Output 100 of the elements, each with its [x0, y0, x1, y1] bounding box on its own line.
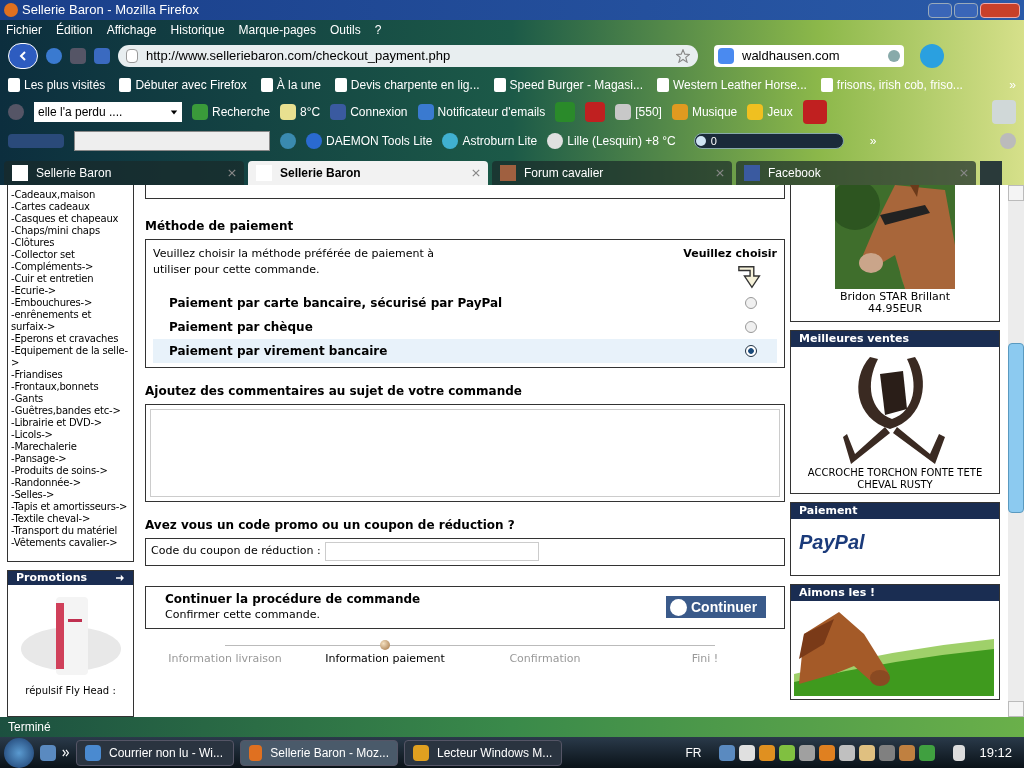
chevron-icon[interactable]: [62, 748, 70, 757]
toolbar-button[interactable]: Notificateur d'emails: [417, 103, 546, 121]
bookmark-link[interactable]: À la une: [260, 76, 321, 94]
radio-button[interactable]: [745, 296, 757, 309]
taskbar-button[interactable]: Courrier non lu - Wi...: [76, 739, 234, 766]
address-field[interactable]: http://www.selleriebaron.com/checkout_payment.php: [118, 45, 698, 67]
category-link[interactable]: -Equipement de la selle->: [11, 345, 130, 369]
category-link[interactable]: -Cuir et entretien: [11, 273, 130, 285]
category-link[interactable]: -Pansage->: [11, 453, 130, 465]
payment-option[interactable]: Paiement par carte bancaire, sécurisé par PayPal: [153, 290, 777, 315]
product-name[interactable]: Bridon STAR Brillant: [839, 291, 951, 303]
dropdown-arrow-icon[interactable]: [170, 108, 178, 116]
radio-button[interactable]: [745, 344, 757, 357]
minimize-button[interactable]: [928, 2, 952, 18]
coupon-label: Code du coupon de réduction :: [151, 543, 321, 560]
menu-item[interactable]: Édition: [56, 21, 93, 39]
bookmark-link[interactable]: Les plus visités: [8, 76, 106, 94]
category-link[interactable]: -enrênements et surfaix->: [11, 309, 130, 333]
scroll-down-button[interactable]: [1008, 701, 1024, 717]
menu-item[interactable]: Outils: [329, 21, 361, 39]
search-field[interactable]: waldhausen.com: [714, 45, 904, 67]
category-link[interactable]: -Embouchures->: [11, 297, 130, 309]
category-link[interactable]: -Ecurie->: [11, 285, 130, 297]
category-link[interactable]: -Compléments->: [11, 261, 130, 273]
close-icon[interactable]: [716, 169, 724, 177]
scroll-up-button[interactable]: [1008, 185, 1024, 201]
category-link[interactable]: -Friandises: [11, 369, 130, 381]
menu-item[interactable]: Affichage: [106, 21, 157, 39]
category-link[interactable]: -Produits de soins->: [11, 465, 130, 477]
product-name[interactable]: répulsif Fly Head :: [8, 683, 133, 698]
bookmark-link[interactable]: Débuter avec Firefox: [119, 76, 247, 94]
category-link[interactable]: -Tapis et amortisseurs->: [11, 501, 130, 513]
scrollbar[interactable]: [1008, 185, 1024, 717]
continue-button[interactable]: Continuer: [666, 596, 766, 618]
close-button[interactable]: [980, 2, 1020, 18]
browser-tab[interactable]: Forum cavalier: [492, 161, 732, 185]
category-link[interactable]: -Cartes cadeaux: [11, 201, 130, 213]
menu-item[interactable]: Historique: [170, 21, 225, 39]
player-slider[interactable]: 0: [693, 133, 844, 149]
toolbar-button[interactable]: [550]: [615, 103, 662, 121]
toolbar-button[interactable]: Lille (Lesquin) +8 °C: [547, 132, 676, 150]
taskbar-button[interactable]: Lecteur Windows M...: [404, 739, 562, 766]
arrow-icon[interactable]: [115, 574, 125, 582]
menu-item[interactable]: Fichier: [6, 21, 42, 39]
payment-option[interactable]: Paiement par chèque: [153, 314, 777, 339]
browser-tab[interactable]: Facebook: [736, 161, 976, 185]
coupon-field[interactable]: [324, 542, 539, 561]
browser-tab[interactable]: Sellerie Baron: [4, 161, 244, 185]
category-link[interactable]: -Transport du matériel: [11, 525, 130, 537]
player-thumb[interactable]: [695, 136, 706, 146]
status-text: Terminé: [8, 719, 51, 736]
category-link[interactable]: -Textile cheval->: [11, 513, 130, 525]
bookmark-link[interactable]: Devis charpente en lig...: [334, 76, 480, 94]
back-button[interactable]: [8, 43, 38, 69]
category-link[interactable]: -Guêtres,bandes etc->: [11, 405, 130, 417]
toolbar-search-field[interactable]: elle l'a perdu ....: [34, 102, 182, 122]
close-icon[interactable]: [228, 169, 236, 177]
bookmark-link[interactable]: Speed Burger - Magasi...: [493, 76, 643, 94]
toolbar-button[interactable]: Recherche: [192, 103, 271, 121]
page-icon: [126, 49, 138, 63]
category-link[interactable]: -Clôtures: [11, 237, 130, 249]
menu-item[interactable]: ?: [374, 21, 382, 39]
window-title: Sellerie Baron - Mozilla Firefox: [22, 1, 199, 20]
toolbar-button[interactable]: DAEMON Tools Lite: [306, 132, 433, 150]
close-icon[interactable]: [472, 169, 480, 177]
panel-header: Paiement: [791, 503, 999, 519]
toolbar-button[interactable]: 8°C: [280, 103, 321, 121]
clock: 19:12: [979, 743, 1012, 762]
toolbar-button[interactable]: Connexion: [330, 103, 408, 121]
toolbar-dropdown[interactable]: [74, 131, 270, 151]
category-link[interactable]: -Gants: [11, 393, 130, 405]
section-title: Avez vous un code promo ou un coupon de réduction ?: [145, 516, 516, 534]
category-link[interactable]: -Collector set: [11, 249, 130, 261]
category-link[interactable]: -Frontaux,bonnets: [11, 381, 130, 393]
radio-button[interactable]: [745, 320, 757, 333]
category-link[interactable]: -Chaps/mini chaps: [11, 225, 130, 237]
maximize-button[interactable]: [954, 2, 978, 18]
language-indicator[interactable]: FR: [685, 743, 702, 762]
category-link[interactable]: -Casques et chapeaux: [11, 213, 130, 225]
category-link[interactable]: -Eperons et cravaches: [11, 333, 130, 345]
taskbar-button[interactable]: Sellerie Baron - Moz...: [240, 739, 398, 766]
menu-item[interactable]: Marque-pages: [238, 21, 316, 39]
browser-tab[interactable]: Sellerie Baron: [248, 161, 488, 185]
category-link[interactable]: -Selles->: [11, 489, 130, 501]
toolbar-button[interactable]: Astroburn Lite: [442, 132, 538, 150]
product-name[interactable]: ACCROCHE TORCHON FONTE TETE CHEVAL RUSTY: [791, 467, 999, 491]
category-link[interactable]: -Marechalerie: [11, 441, 130, 453]
payment-instructions: Veuillez choisir la méthode préférée de paiement à utiliser pour cette commande.: [153, 246, 436, 278]
paypal-logo: PayPal: [799, 531, 865, 553]
close-icon[interactable]: [960, 169, 968, 177]
category-link[interactable]: -Licols->: [11, 429, 130, 441]
product-price: 44.95EUR: [867, 303, 923, 315]
category-link[interactable]: -Librairie et DVD->: [11, 417, 130, 429]
category-link[interactable]: -Randonnée->: [11, 477, 130, 489]
payment-option[interactable]: Paiement par virement bancaire: [153, 338, 777, 363]
start-button[interactable]: [4, 737, 34, 768]
category-link[interactable]: -Cadeaux,maison: [11, 189, 130, 201]
star-icon[interactable]: [676, 49, 690, 63]
category-link[interactable]: -Vêtements cavalier->: [11, 537, 130, 549]
scrollbar-thumb[interactable]: [1008, 343, 1024, 513]
